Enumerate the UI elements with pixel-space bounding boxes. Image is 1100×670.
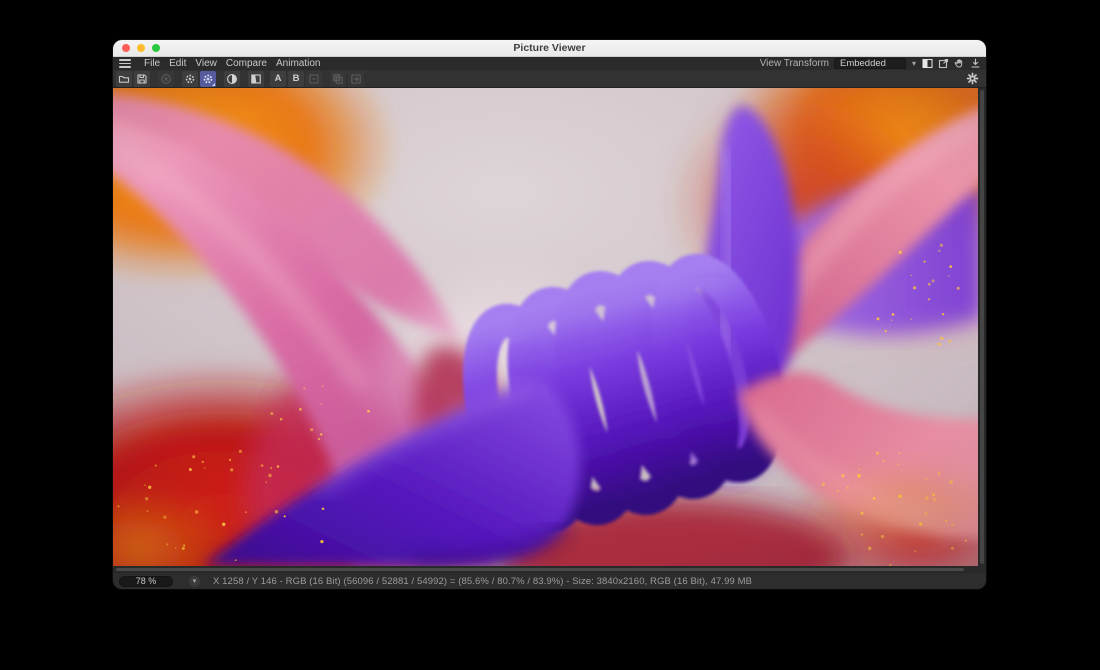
- view-transform-select[interactable]: Embedded: [834, 58, 906, 69]
- vertical-scrollbar[interactable]: [978, 88, 986, 566]
- menu-bar: File Edit View Compare Animation View Tr…: [113, 57, 986, 70]
- view-transform-label: View Transform: [760, 58, 829, 69]
- menu-animation[interactable]: Animation: [276, 57, 320, 70]
- close-circle-icon: [160, 73, 172, 85]
- render-flower-button[interactable]: [964, 71, 980, 87]
- menu-view[interactable]: View: [195, 57, 217, 70]
- save-image-button[interactable]: [134, 71, 150, 87]
- dock-down-icon[interactable]: [969, 58, 981, 70]
- split-image-icon: [250, 73, 262, 85]
- toolbar: A B: [113, 70, 986, 88]
- chevron-down-icon: ▾: [193, 578, 197, 585]
- title-bar: Picture Viewer: [113, 40, 986, 57]
- open-file-button[interactable]: [116, 71, 132, 87]
- open-external-icon[interactable]: [937, 58, 949, 70]
- pixel-info-text: X 1258 / Y 146 - RGB (16 Bit) (56096 / 5…: [213, 576, 752, 587]
- zoom-level-field[interactable]: [119, 576, 173, 587]
- contrast-circle-icon: [226, 73, 238, 85]
- display-settings-button[interactable]: [200, 71, 216, 87]
- export-arrow-icon: [350, 73, 362, 85]
- filter-contrast-button[interactable]: [224, 71, 240, 87]
- compare-b-label: B: [293, 74, 300, 83]
- window-title: Picture Viewer: [113, 42, 986, 54]
- split-view-icon[interactable]: [921, 58, 933, 70]
- image-canvas[interactable]: [113, 88, 978, 566]
- pan-hand-icon[interactable]: [953, 58, 965, 70]
- artwork-svg: [113, 88, 978, 566]
- compare-a-label: A: [275, 74, 282, 83]
- menu-compare[interactable]: Compare: [226, 57, 267, 70]
- chevron-down-icon[interactable]: ▾: [912, 60, 916, 68]
- copy-image-button: [330, 71, 346, 87]
- status-bar: ▾ X 1258 / Y 146 - RGB (16 Bit) (56096 /…: [113, 573, 986, 589]
- picture-viewer-window: Picture Viewer File Edit View Compare An…: [113, 40, 986, 589]
- horizontal-scrollbar[interactable]: [113, 566, 986, 573]
- remove-image-button: [158, 71, 174, 87]
- compare-b-button[interactable]: B: [288, 71, 304, 87]
- floppy-save-icon: [136, 73, 148, 85]
- frame-icon: [308, 73, 320, 85]
- zoom-dropdown-button[interactable]: ▾: [189, 576, 200, 587]
- gear-icon: [202, 73, 214, 85]
- copy-icon: [332, 73, 344, 85]
- compare-settings-button[interactable]: [182, 71, 198, 87]
- compare-swap-button: [306, 71, 322, 87]
- render-flower-icon: [966, 72, 979, 85]
- hamburger-menu-icon[interactable]: [119, 59, 131, 68]
- compare-ab-layout-button[interactable]: [248, 71, 264, 87]
- gear-x-icon: [184, 73, 196, 85]
- export-image-button: [348, 71, 364, 87]
- folder-icon: [118, 73, 130, 85]
- compare-a-button[interactable]: A: [270, 71, 286, 87]
- menu-edit[interactable]: Edit: [169, 57, 186, 70]
- menu-file[interactable]: File: [144, 57, 160, 70]
